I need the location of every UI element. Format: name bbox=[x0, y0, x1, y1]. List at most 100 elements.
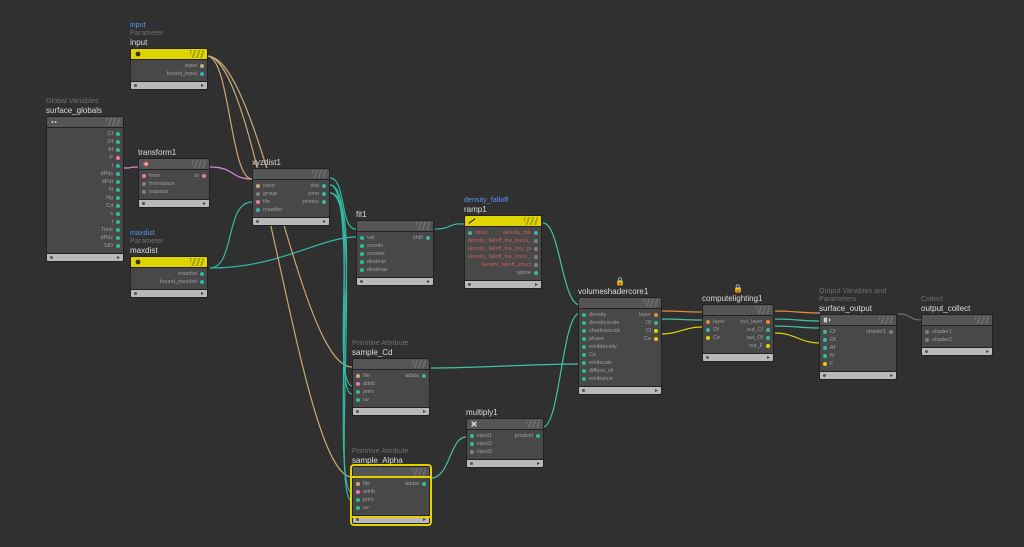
output-port[interactable] bbox=[766, 344, 770, 348]
input-port[interactable] bbox=[256, 184, 260, 188]
output-port[interactable] bbox=[534, 271, 538, 275]
input-port[interactable] bbox=[360, 236, 364, 240]
output-port[interactable] bbox=[116, 244, 120, 248]
output-port[interactable] bbox=[116, 172, 120, 176]
output-port[interactable] bbox=[536, 434, 540, 438]
input-port[interactable] bbox=[582, 345, 586, 349]
output-port[interactable] bbox=[116, 180, 120, 184]
output-port[interactable] bbox=[202, 174, 206, 178]
node-volumeshadercore1[interactable]: 🔒 volumeshadercore1 densitylayer density… bbox=[578, 287, 662, 395]
input-port[interactable] bbox=[142, 182, 146, 186]
output-port[interactable] bbox=[534, 239, 538, 243]
output-port[interactable] bbox=[116, 236, 120, 240]
output-port[interactable] bbox=[322, 184, 326, 188]
output-port[interactable] bbox=[322, 200, 326, 204]
node-header[interactable] bbox=[130, 256, 208, 268]
input-port[interactable] bbox=[356, 390, 360, 394]
output-port[interactable] bbox=[200, 64, 204, 68]
node-maxdist[interactable]: maxdist Parameter maxdist maxdist bound_… bbox=[130, 230, 208, 298]
input-port[interactable] bbox=[360, 260, 364, 264]
input-port[interactable] bbox=[470, 450, 474, 454]
input-port[interactable] bbox=[256, 192, 260, 196]
node-header[interactable] bbox=[352, 358, 430, 370]
node-fit1[interactable]: fit1 valshift srcmin srcmax destmin dest… bbox=[356, 210, 434, 286]
output-port[interactable] bbox=[116, 188, 120, 192]
node-header[interactable] bbox=[702, 304, 774, 316]
input-port[interactable] bbox=[582, 337, 586, 341]
input-port[interactable] bbox=[356, 482, 360, 486]
node-surface-output[interactable]: Output Variables and Parameters surface_… bbox=[819, 288, 897, 380]
output-port[interactable] bbox=[422, 374, 426, 378]
node-header[interactable] bbox=[464, 215, 542, 227]
input-port[interactable] bbox=[582, 361, 586, 365]
output-port[interactable] bbox=[116, 196, 120, 200]
output-port[interactable] bbox=[534, 247, 538, 251]
input-port[interactable] bbox=[256, 208, 260, 212]
node-computelighting1[interactable]: 🔒 computelighting1 layerout_layer Ofout_… bbox=[702, 294, 774, 362]
output-port[interactable] bbox=[534, 231, 538, 235]
output-port[interactable] bbox=[116, 148, 120, 152]
node-header[interactable] bbox=[819, 314, 897, 326]
output-port[interactable] bbox=[116, 156, 120, 160]
node-surface-globals[interactable]: Global Variables surface_globals Cf Of A… bbox=[46, 98, 124, 262]
output-port[interactable] bbox=[766, 320, 770, 324]
output-port[interactable] bbox=[116, 140, 120, 144]
input-port[interactable] bbox=[823, 330, 827, 334]
input-port[interactable] bbox=[582, 329, 586, 333]
input-port[interactable] bbox=[360, 268, 364, 272]
input-port[interactable] bbox=[582, 369, 586, 373]
node-header[interactable] bbox=[138, 158, 210, 170]
node-sample-alpha[interactable]: Primitive Attribute sample_Alpha fileada… bbox=[352, 448, 430, 524]
input-port[interactable] bbox=[360, 252, 364, 256]
output-port[interactable] bbox=[889, 330, 893, 334]
output-port[interactable] bbox=[116, 132, 120, 136]
output-port[interactable] bbox=[200, 272, 204, 276]
node-input[interactable]: input Parameter input input bound_input … bbox=[130, 22, 208, 90]
output-port[interactable] bbox=[116, 164, 120, 168]
output-port[interactable] bbox=[200, 72, 204, 76]
input-port[interactable] bbox=[823, 362, 827, 366]
output-port[interactable] bbox=[426, 236, 430, 240]
node-header[interactable] bbox=[352, 466, 430, 478]
input-port[interactable] bbox=[706, 336, 710, 340]
output-port[interactable] bbox=[422, 482, 426, 486]
output-port[interactable] bbox=[116, 228, 120, 232]
output-port[interactable] bbox=[116, 204, 120, 208]
node-xyzdist1[interactable]: xyzdist1 inputdist groupprim fileprimuv … bbox=[252, 158, 330, 226]
output-port[interactable] bbox=[116, 220, 120, 224]
input-port[interactable] bbox=[360, 244, 364, 248]
input-port[interactable] bbox=[356, 382, 360, 386]
output-port[interactable] bbox=[654, 321, 658, 325]
node-header[interactable] bbox=[130, 48, 208, 60]
output-port[interactable] bbox=[654, 313, 658, 317]
input-port[interactable] bbox=[706, 328, 710, 332]
input-port[interactable] bbox=[823, 338, 827, 342]
output-port[interactable] bbox=[534, 255, 538, 259]
input-port[interactable] bbox=[142, 190, 146, 194]
node-sample-cd[interactable]: Primitive Attribute sample_Cd fileadata … bbox=[352, 340, 430, 416]
input-port[interactable] bbox=[925, 338, 929, 342]
input-port[interactable] bbox=[582, 313, 586, 317]
input-port[interactable] bbox=[925, 330, 929, 334]
node-transform1[interactable]: transform1 fromto fromspace tospace ▸ bbox=[138, 148, 210, 208]
input-port[interactable] bbox=[356, 498, 360, 502]
node-multiply1[interactable]: multiply1 input1product input2 input3 ▸ bbox=[466, 408, 544, 468]
input-port[interactable] bbox=[582, 353, 586, 357]
node-header[interactable] bbox=[466, 418, 544, 430]
input-port[interactable] bbox=[823, 346, 827, 350]
output-port[interactable] bbox=[654, 337, 658, 341]
input-port[interactable] bbox=[356, 398, 360, 402]
node-header[interactable] bbox=[578, 297, 662, 309]
node-output-collect[interactable]: Collect output_collect shader1 shader2 ▸ bbox=[921, 296, 993, 356]
node-header[interactable] bbox=[921, 314, 993, 326]
node-ramp1[interactable]: density_falloff ramp1 inputdensity_fallo… bbox=[464, 197, 542, 289]
output-port[interactable] bbox=[534, 263, 538, 267]
node-header[interactable] bbox=[46, 116, 124, 128]
output-port[interactable] bbox=[322, 192, 326, 196]
output-port[interactable] bbox=[766, 328, 770, 332]
input-port[interactable] bbox=[468, 231, 472, 235]
input-port[interactable] bbox=[356, 490, 360, 494]
output-port[interactable] bbox=[200, 280, 204, 284]
input-port[interactable] bbox=[470, 434, 474, 438]
input-port[interactable] bbox=[142, 174, 146, 178]
